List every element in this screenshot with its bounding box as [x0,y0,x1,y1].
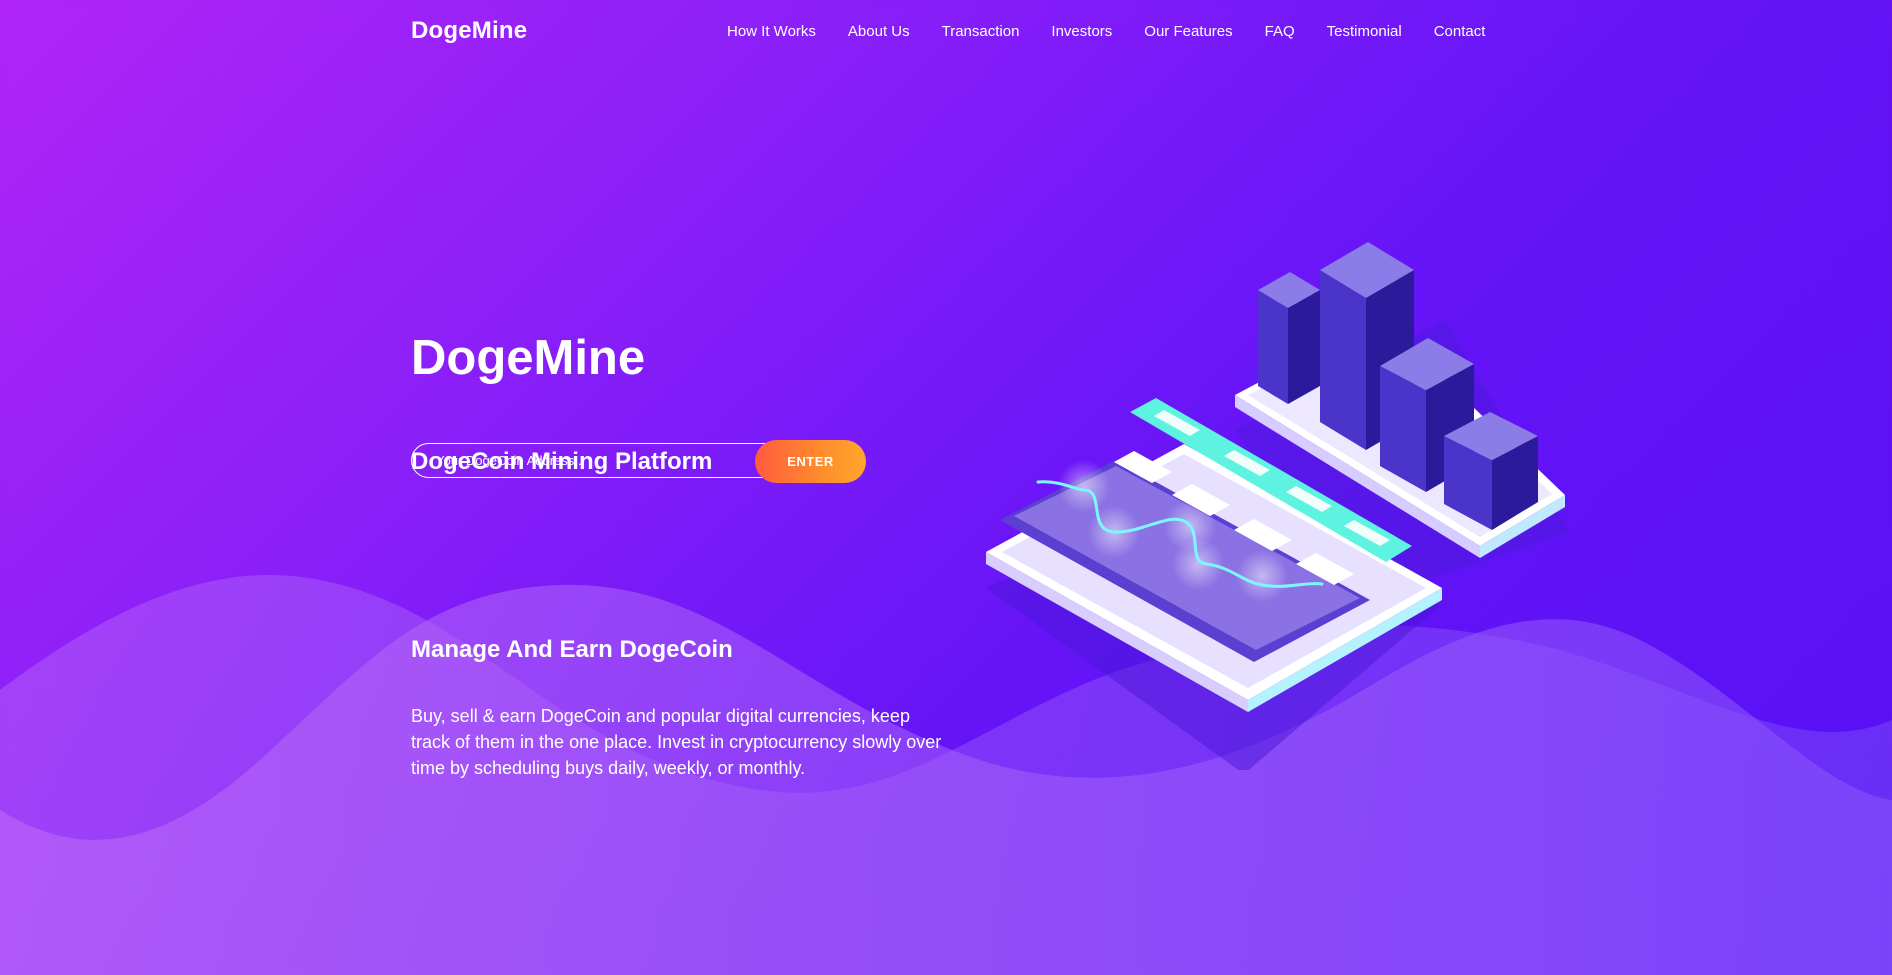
nav-item-how-it-works[interactable]: How It Works [727,23,816,40]
brand-logo[interactable]: DogeMine [411,17,527,45]
dogecoin-address-input[interactable] [411,443,809,478]
nav-item-investors[interactable]: Investors [1051,23,1112,40]
site-header: DogeMine How It Works About Us Transacti… [0,0,1892,64]
nav-item-about-us[interactable]: About Us [848,23,910,40]
isometric-crypto-chart-illustration [986,198,1620,770]
about-heading: Manage And Earn DogeCoin [411,636,733,663]
nav-item-our-features[interactable]: Our Features [1144,23,1232,40]
address-form: ENTER [411,440,866,483]
nav-item-transaction[interactable]: Transaction [942,23,1020,40]
main-nav: How It Works About Us Transaction Invest… [727,23,1485,40]
nav-item-testimonial[interactable]: Testimonial [1327,23,1402,40]
about-text: Buy, sell & earn DogeCoin and popular di… [411,706,942,778]
hero-title: DogeMine [411,331,646,385]
nav-item-contact[interactable]: Contact [1434,23,1486,40]
nav-item-faq[interactable]: FAQ [1265,23,1295,40]
enter-button[interactable]: ENTER [755,440,866,483]
